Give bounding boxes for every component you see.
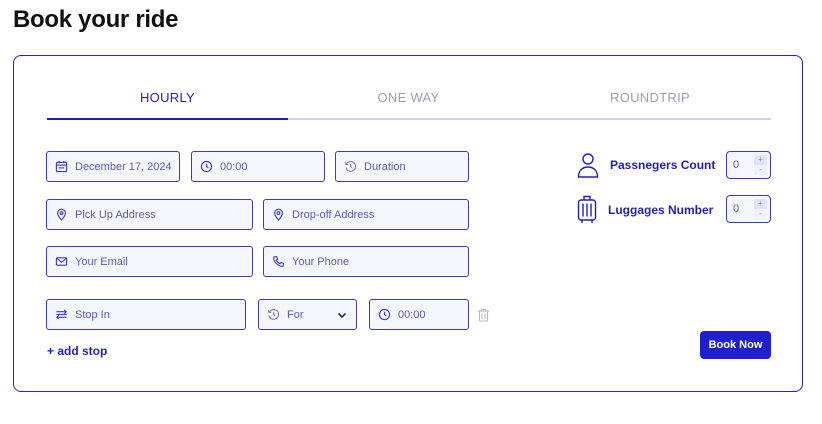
luggages-value: 0: [733, 203, 740, 215]
tab-one-way[interactable]: ONE WAY: [288, 86, 529, 120]
phone-icon: [272, 255, 285, 268]
pickup-placeholder: Pick Up Address: [75, 208, 156, 221]
stop-duration-select[interactable]: For: [258, 299, 357, 330]
luggages-decrement-button[interactable]: -: [754, 209, 767, 219]
chevron-down-icon: [336, 309, 348, 321]
luggages-stepper[interactable]: 0 + -: [726, 195, 771, 223]
suitcase-icon: [577, 195, 597, 224]
duration-field[interactable]: Duration: [335, 151, 469, 182]
pickup-address-input[interactable]: Pick Up Address: [46, 199, 253, 230]
phone-input[interactable]: Your Phone: [263, 246, 469, 277]
clock-icon: [200, 160, 213, 173]
add-stop-link[interactable]: + add stop: [47, 344, 107, 358]
book-now-button[interactable]: Book Now: [700, 331, 771, 359]
tab-roundtrip[interactable]: ROUNDTRIP: [529, 86, 771, 120]
stop-time-field[interactable]: 00:00: [369, 299, 469, 330]
duration-placeholder: Duration: [364, 160, 406, 173]
passengers-value: 0: [733, 159, 740, 171]
stop-time-value: 00:00: [398, 308, 426, 321]
dropoff-address-input[interactable]: Drop-off Address: [263, 199, 469, 230]
calendar-icon: [55, 160, 68, 173]
mail-icon: [55, 255, 68, 268]
trip-type-tabs: HOURLY ONE WAY ROUNDTRIP: [47, 86, 771, 120]
clock-icon: [378, 308, 391, 321]
passengers-stepper[interactable]: 0 + -: [726, 151, 771, 179]
map-pin-icon: [272, 208, 285, 221]
email-placeholder: Your Email: [75, 255, 128, 268]
stop-in-placeholder: Stop In: [75, 308, 110, 321]
stop-duration-value: For: [287, 308, 304, 321]
luggages-counter: Luggages Number: [577, 195, 713, 224]
history-icon: [267, 308, 280, 321]
passengers-decrement-button[interactable]: -: [754, 165, 767, 175]
dropoff-placeholder: Drop-off Address: [292, 208, 375, 221]
luggages-increment-button[interactable]: +: [754, 199, 767, 209]
history-icon: [344, 160, 357, 173]
passengers-increment-button[interactable]: +: [754, 155, 767, 165]
route-icon: [55, 308, 68, 321]
trash-icon[interactable]: [477, 308, 490, 322]
time-value: 00:00: [220, 160, 248, 173]
active-tab-indicator: [47, 118, 288, 120]
time-field[interactable]: 00:00: [191, 151, 325, 182]
stop-in-input[interactable]: Stop In: [46, 299, 246, 330]
booking-card: HOURLY ONE WAY ROUNDTRIP December 17, 20…: [13, 55, 803, 392]
date-value: December 17, 2024: [75, 160, 172, 173]
map-pin-icon: [55, 208, 68, 221]
person-icon: [577, 152, 599, 178]
email-input[interactable]: Your Email: [46, 246, 253, 277]
page-title: Book your ride: [13, 6, 179, 33]
tab-hourly[interactable]: HOURLY: [47, 86, 288, 120]
phone-placeholder: Your Phone: [292, 255, 350, 268]
luggages-label: Luggages Number: [608, 202, 714, 217]
passengers-label: Passnegers Count: [610, 158, 716, 172]
date-field[interactable]: December 17, 2024: [46, 151, 180, 182]
passengers-counter: Passnegers Count: [577, 152, 715, 178]
